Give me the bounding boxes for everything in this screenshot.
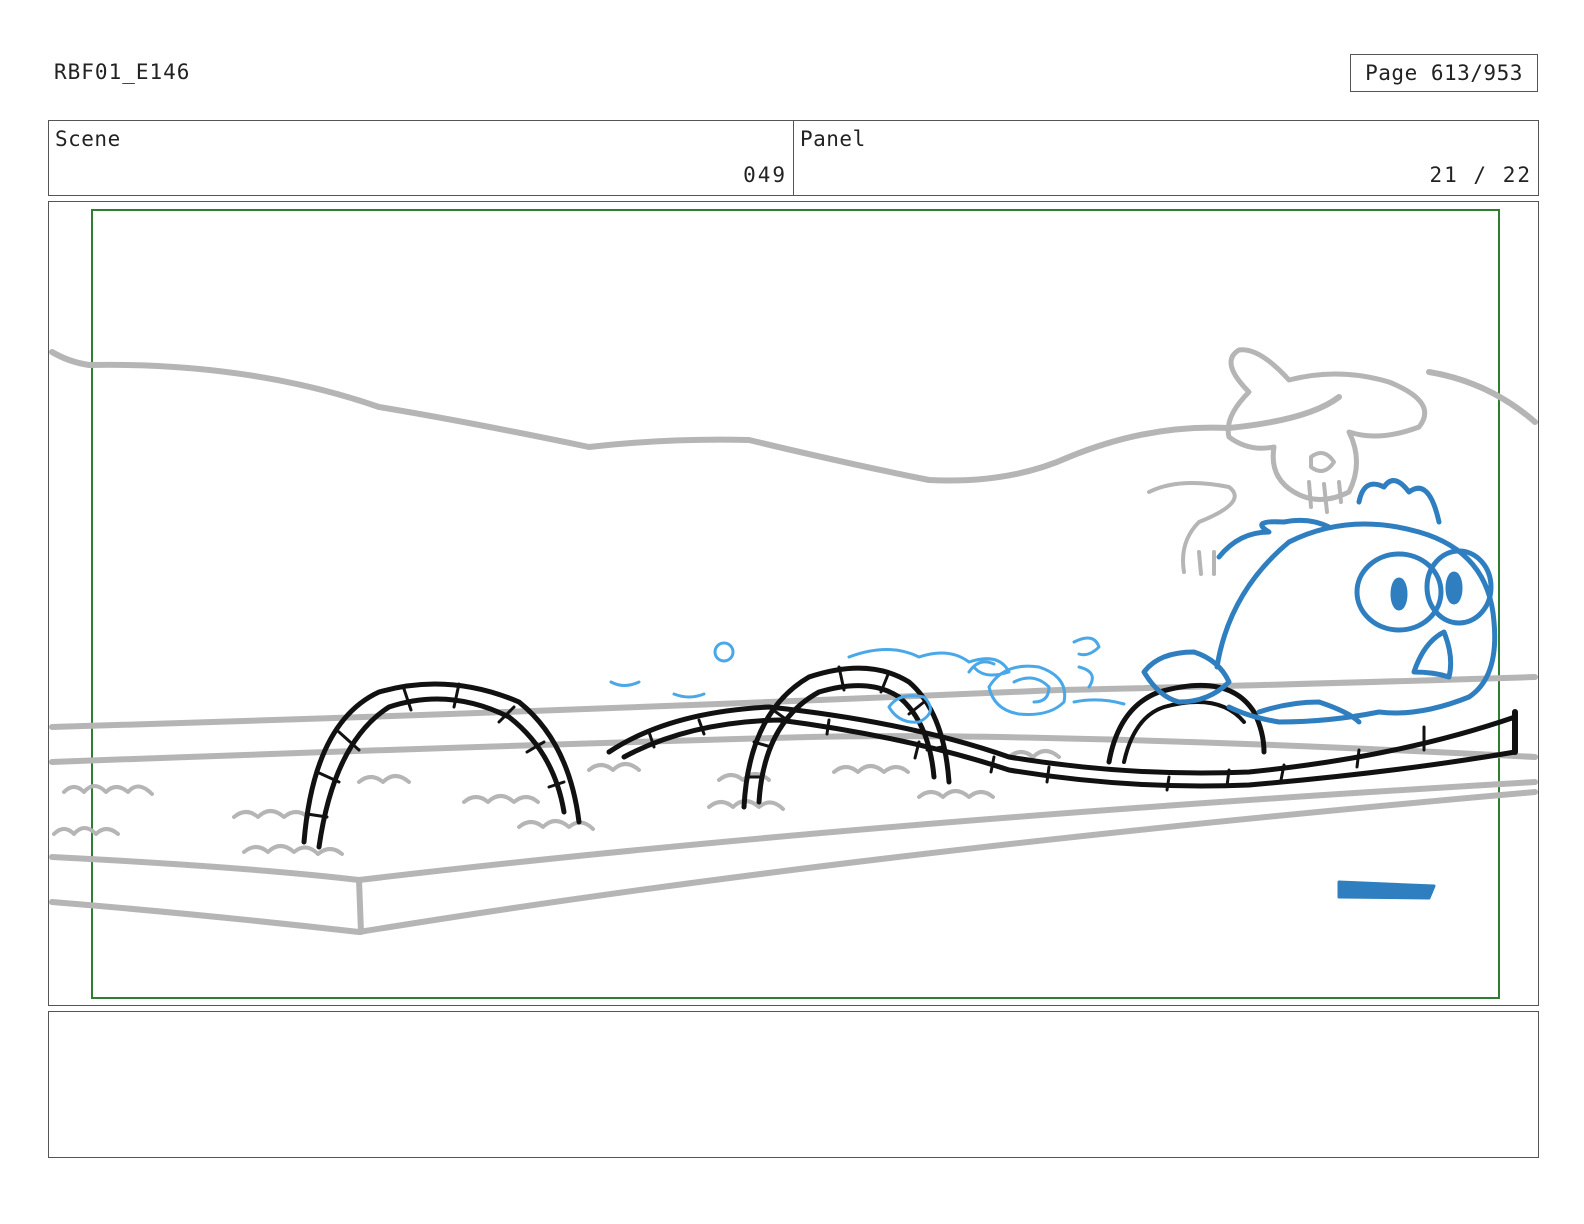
page-counter: Page 613/953	[1350, 54, 1538, 92]
creature-pupil	[1445, 571, 1463, 605]
tentacle-arch	[1122, 700, 1246, 764]
scene-cell: Scene 049	[49, 121, 793, 195]
creature-ear	[1356, 478, 1442, 525]
tentacle-arch	[316, 696, 567, 850]
horizon-hill-line	[1426, 369, 1538, 425]
swirl-mark	[967, 660, 996, 674]
splash-effects	[609, 636, 1126, 724]
scene-label: Scene	[55, 127, 121, 151]
splash-drop	[672, 692, 706, 699]
panel-number: 21 / 22	[1429, 163, 1532, 187]
splash-drop	[609, 680, 641, 687]
panel-info-row: Scene 049 Panel 21 / 22	[48, 120, 1539, 196]
platform-corner	[356, 877, 364, 935]
swirl-mark	[1072, 636, 1126, 706]
notes-box	[48, 1011, 1539, 1158]
platform-front-edge	[49, 779, 1538, 883]
splash-drop	[713, 641, 735, 663]
safe-area-frame	[91, 209, 1500, 999]
tentacle-arch	[301, 681, 582, 845]
platform-back-edge	[49, 733, 1538, 765]
panel-cell: Panel 21 / 22	[793, 121, 1538, 195]
storyboard-panel	[48, 201, 1539, 1006]
creature-shadow	[1337, 880, 1436, 900]
beaver-nose	[1309, 451, 1336, 473]
dirt-tufts	[52, 749, 1061, 856]
horizon-hill-line	[49, 349, 1342, 484]
tentacle-arch	[1106, 682, 1267, 765]
background-rough	[49, 347, 1538, 935]
beaver-hands	[1147, 481, 1237, 576]
project-id: RBF01_E146	[54, 60, 191, 84]
panel-label: Panel	[800, 127, 866, 151]
scene-number: 049	[743, 163, 787, 187]
creature-mouth	[1411, 629, 1454, 680]
panel-drawing	[49, 209, 1538, 999]
creature-pupil	[1390, 577, 1408, 611]
creature-head-tuft	[1216, 517, 1332, 560]
